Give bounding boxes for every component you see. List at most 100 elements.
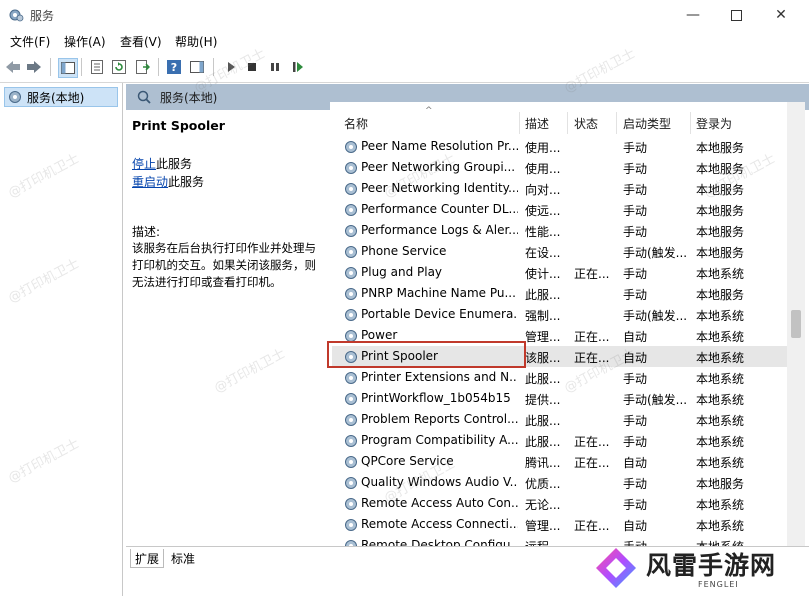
cell-name: Performance Counter DL... [361,202,518,216]
cell-desc: 优质... [525,477,561,491]
back-button[interactable] [4,58,22,76]
tree-item-label: 服务(本地) [27,90,85,105]
table-row[interactable]: Phone Service 在设... 手动(触发... 本地服务 [332,241,787,262]
resume-service-button[interactable] [289,58,307,76]
cell-desc: 在设... [525,246,561,260]
service-gear-icon [345,435,357,447]
cell-desc: 此服... [525,288,561,302]
refresh-icon [112,60,126,74]
cell-startup: 自动 [623,330,648,344]
highlight-box [327,341,526,368]
menu-view[interactable]: 查看(V) [120,33,162,50]
service-gear-icon [345,267,357,279]
cell-desc: 使计... [525,267,561,281]
show-tree-button[interactable] [58,58,78,78]
pause-service-button[interactable] [266,58,284,76]
service-gear-icon [345,393,357,405]
minimize-button[interactable]: — [670,0,716,30]
cell-desc: 此服... [525,435,561,449]
cell-startup: 手动 [623,498,648,512]
menu-action[interactable]: 操作(A) [64,33,106,50]
menu-file[interactable]: 文件(F) [10,33,50,50]
console-tree-icon [61,62,75,74]
table-row[interactable]: QPCore Service 腾讯... 正在... 自动 本地系统 [332,451,787,472]
table-row[interactable]: Performance Counter DL... 使远... 手动 本地服务 [332,199,787,220]
stop-suffix: 此服务 [156,157,193,171]
service-gear-icon [345,477,357,489]
cell-logon: 本地系统 [696,267,745,281]
restart-service-link[interactable]: 重启动 [132,175,168,189]
cell-logon: 本地系统 [696,414,745,428]
cell-name: Power [361,328,398,342]
column-header-name[interactable]: 名称 [344,112,514,134]
cell-logon: 本地系统 [696,309,745,323]
tab-extended[interactable]: 扩展 [130,549,165,568]
description-label: 描述: [132,225,161,239]
cell-status: 正在... [574,456,610,470]
restart-service-line: 重启动此服务 [132,173,204,190]
maximize-button[interactable] [713,0,759,30]
column-header-description[interactable]: 描述 [525,112,565,134]
properties-button[interactable] [88,58,106,76]
brand-logo: 风雷手游网 FENGLEI [588,540,809,596]
cell-name: PNRP Machine Name Pu... [361,286,516,300]
service-gear-icon [345,309,357,321]
pause-icon [271,63,279,71]
cell-name: Remote Access Connecti... [361,517,518,531]
table-row[interactable]: Performance Logs & Aler... 性能... 手动 本地服务 [332,220,787,241]
minimize-icon: — [686,7,700,23]
cell-logon: 本地服务 [696,288,745,302]
cell-startup: 手动 [623,267,648,281]
table-row[interactable]: PNRP Machine Name Pu... 此服... 手动 本地服务 [332,283,787,304]
window-title: 服务 [30,9,55,23]
fenglei-logo-icon [596,548,636,588]
cell-logon: 本地系统 [696,519,745,533]
table-row[interactable]: Program Compatibility A... 此服... 正在... 手动 本地… [332,430,787,451]
cell-startup: 手动 [623,204,648,218]
services-search-icon [137,90,151,104]
export-button[interactable] [134,58,152,76]
cell-startup: 自动 [623,519,648,533]
menu-bar: 文件(F) 操作(A) 查看(V) 帮助(H) [0,30,809,52]
column-header-startup-type[interactable]: 启动类型 [623,112,689,134]
table-row[interactable]: PrintWorkflow_1b054b15 提供... 手动(触发... 本地系统 [332,388,787,409]
cell-logon: 本地系统 [696,372,745,386]
cell-desc: 使远... [525,204,561,218]
table-row[interactable]: Printer Extensions and N... 此服... 手动 本地系统 [332,367,787,388]
tree-item-services-local[interactable]: 服务(本地) [4,87,118,107]
service-gear-icon [345,498,357,510]
refresh-button[interactable] [110,58,128,76]
cell-desc: 使用... [525,141,561,155]
stop-service-link[interactable]: 停止 [132,157,156,171]
stop-service-line: 停止此服务 [132,155,192,172]
close-button[interactable]: ✕ [758,0,804,30]
help-icon: ? [167,60,181,74]
forward-button[interactable] [25,58,43,76]
cell-desc: 管理... [525,330,561,344]
tab-standard[interactable]: 标准 [167,549,199,567]
toolbar: ? [0,52,809,83]
services-gear-icon [9,91,21,103]
cell-desc: 无论... [525,498,561,512]
menu-help[interactable]: 帮助(H) [175,33,217,50]
cell-logon: 本地系统 [696,456,745,470]
table-row[interactable]: Plug and Play 使计... 正在... 手动 本地系统 [332,262,787,283]
cell-status: 正在... [574,267,610,281]
table-row[interactable]: Remote Access Connecti... 管理... 正在... 自动 本地系… [332,514,787,535]
cell-startup: 手动(触发... [623,393,688,407]
svg-text:?: ? [171,61,177,74]
column-header-logon-as[interactable]: 登录为 [696,112,776,134]
table-row[interactable]: Peer Name Resolution Pr... 使用... 手动 本地服务 [332,136,787,157]
scrollbar-thumb[interactable] [791,310,801,338]
table-row[interactable]: Problem Reports Control... 此服... 手动 本地系统 [332,409,787,430]
column-header-status[interactable]: 状态 [574,112,614,134]
service-gear-icon [345,519,357,531]
help-button[interactable]: ? [165,58,183,76]
forward-arrow-icon [27,61,41,73]
resume-icon [293,62,303,72]
cell-desc: 向对... [525,183,561,197]
table-row[interactable]: Portable Device Enumera... 强制... 手动(触发... 本… [332,304,787,325]
cell-status: 正在... [574,330,610,344]
service-gear-icon [345,414,357,426]
cell-desc: 提供... [525,393,561,407]
